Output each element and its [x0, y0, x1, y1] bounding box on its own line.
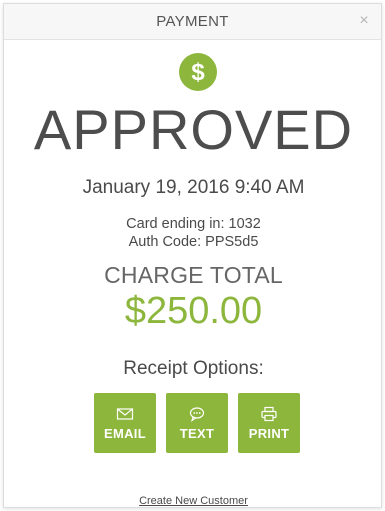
transaction-datetime: January 19, 2016 9:40 AM	[82, 177, 305, 198]
create-new-customer-link[interactable]: Create New Customer	[4, 495, 383, 507]
text-button-label: TEXT	[179, 425, 215, 441]
email-receipt-button[interactable]: EMAIL	[94, 393, 156, 453]
charge-total-amount: $250.00	[124, 290, 263, 332]
payment-modal: PAYMENT × $ APPROVED January 19, 2016 9:…	[3, 3, 382, 508]
modal-title: PAYMENT	[156, 13, 229, 30]
chat-bubble-icon	[189, 406, 205, 422]
card-ending: Card ending in: 1032	[126, 216, 261, 232]
dollar-icon: $	[179, 53, 217, 91]
email-button-label: EMAIL	[104, 425, 146, 441]
receipt-options-label: Receipt Options:	[123, 358, 264, 379]
close-icon[interactable]: ×	[356, 13, 372, 29]
modal-header: PAYMENT ×	[4, 4, 381, 40]
print-receipt-button[interactable]: PRINT	[238, 393, 300, 453]
dollar-glyph: $	[191, 59, 205, 86]
charge-total-label: CHARGE TOTAL	[104, 262, 283, 288]
text-receipt-button[interactable]: TEXT	[166, 393, 228, 453]
printer-icon	[261, 406, 277, 421]
print-button-label: PRINT	[248, 425, 290, 441]
approval-status: APPROVED	[33, 98, 354, 161]
envelope-icon	[116, 407, 134, 420]
auth-code: Auth Code: PPS5d5	[128, 234, 259, 250]
